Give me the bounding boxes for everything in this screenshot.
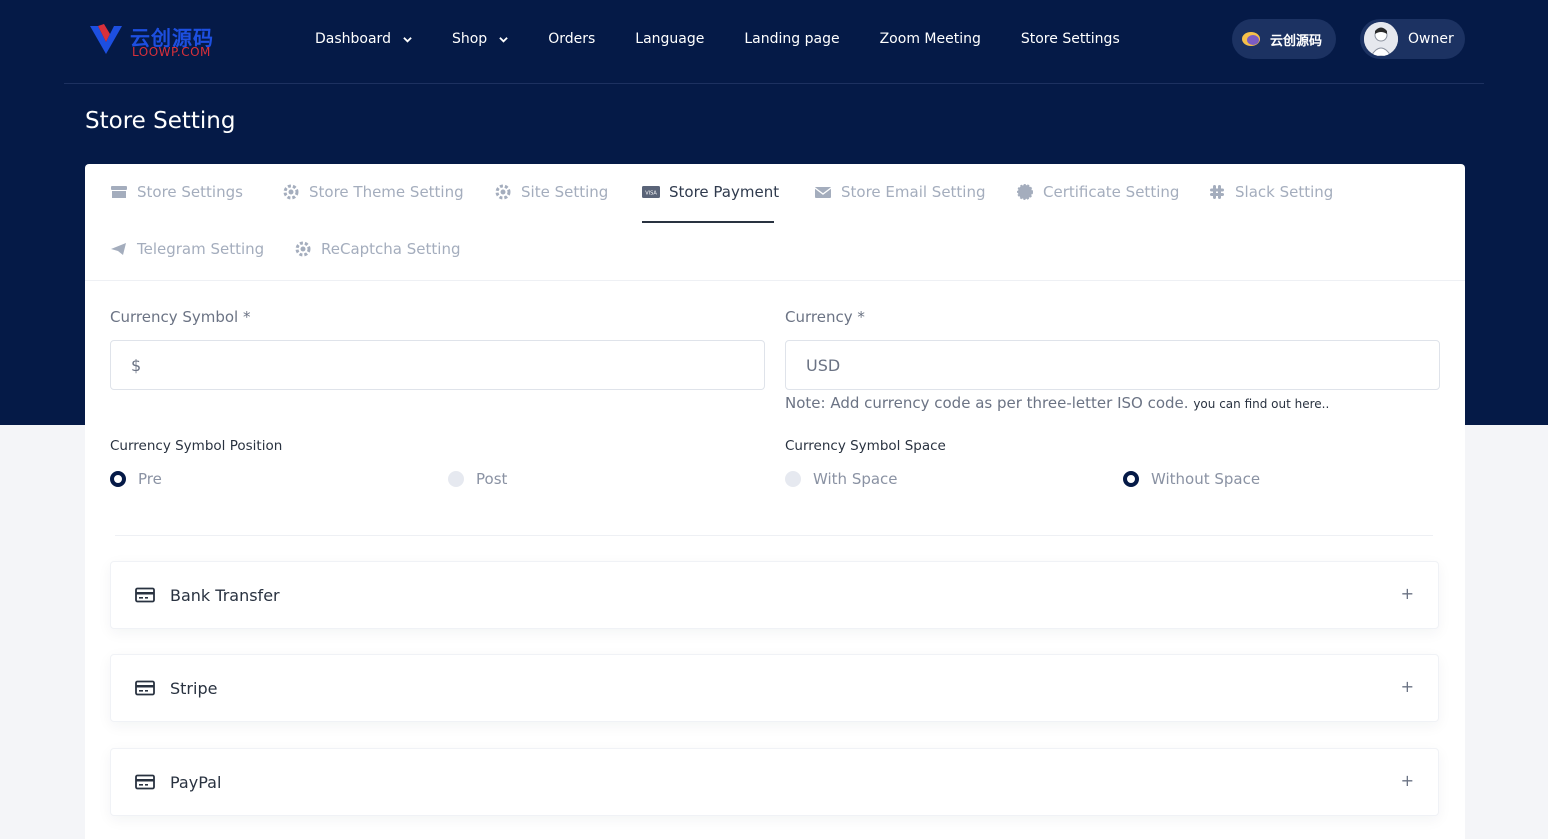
tab-slack-setting[interactable]: Slack Setting (1208, 180, 1333, 204)
chevron-down-icon (499, 36, 508, 43)
tab-telegram-setting[interactable]: Telegram Setting (110, 237, 264, 261)
language-label: 云创源码 (1270, 33, 1323, 49)
gear-icon (283, 184, 299, 200)
brand-logo[interactable]: 云创源码 LOOWP.COM (86, 20, 226, 60)
user-avatar-icon (1364, 22, 1398, 56)
nav-landing-page[interactable]: Landing page (744, 31, 839, 47)
tab-site-setting[interactable]: Site Setting (494, 180, 608, 204)
svg-text:VISA: VISA (645, 191, 657, 197)
accordion-title: Bank Transfer (170, 585, 280, 605)
tab-store-settings[interactable]: Store Settings (110, 180, 243, 204)
radio-checked-indicator (1123, 471, 1139, 487)
slack-icon (1210, 185, 1224, 199)
note-text: Note: Add currency code as per three-let… (785, 394, 1189, 412)
expand-plus-icon[interactable]: + (1401, 584, 1414, 603)
tab-label: Store Email Setting (841, 183, 986, 201)
user-name: Owner (1408, 31, 1454, 47)
store-icon (111, 186, 127, 198)
tab-label: Slack Setting (1235, 183, 1334, 201)
nav-orders[interactable]: Orders (548, 31, 595, 47)
settings-card: Store Settings Store Theme Setting Site … (85, 164, 1465, 839)
expand-plus-icon[interactable]: + (1401, 771, 1414, 790)
section-divider (115, 535, 1433, 536)
badge-icon (1017, 184, 1033, 200)
radio-checked-indicator (110, 471, 126, 487)
nav-zoom-meeting[interactable]: Zoom Meeting (880, 31, 981, 47)
tab-label: Store Payment (669, 183, 780, 201)
nav-label: Dashboard (315, 31, 391, 47)
tab-label: Store Theme Setting (309, 183, 464, 201)
radio-label: With Space (813, 470, 898, 488)
nav-dashboard[interactable]: Dashboard (315, 31, 412, 47)
envelope-icon (814, 187, 832, 198)
user-menu[interactable]: Owner (1360, 19, 1465, 59)
radio-label: Pre (138, 470, 162, 488)
telegram-icon (111, 243, 126, 255)
tab-label: Telegram Setting (137, 240, 265, 258)
symbol-space-label: Currency Symbol Space (785, 438, 946, 454)
currency-note: Note: Add currency code as per three-let… (785, 394, 1329, 412)
symbol-position-label: Currency Symbol Position (110, 438, 283, 454)
tab-label: ReCaptcha Setting (321, 240, 461, 258)
tab-certificate-setting[interactable]: Certificate Setting (1016, 180, 1179, 204)
radio-label: Post (476, 470, 508, 488)
credit-card-icon (135, 680, 155, 696)
logo-mark-icon (90, 24, 122, 54)
chevron-down-icon (403, 36, 412, 43)
iso-code-link[interactable]: you can find out here.. (1193, 397, 1329, 411)
radio-unchecked-indicator (785, 471, 801, 487)
accordion-bank-transfer[interactable]: Bank Transfer + (110, 561, 1439, 629)
currency-symbol-label: Currency Symbol * (110, 308, 251, 326)
tab-store-email-setting[interactable]: Store Email Setting (814, 180, 986, 204)
main-nav: Dashboard Shop Orders Language Landing p… (315, 28, 1160, 50)
visa-card-icon: VISA (642, 186, 660, 198)
currency-symbol-input[interactable]: $ (110, 340, 765, 390)
radio-unchecked-indicator (448, 471, 464, 487)
tab-store-theme-setting[interactable]: Store Theme Setting (282, 180, 464, 204)
currency-input[interactable]: USD (785, 340, 1440, 390)
active-tab-indicator (642, 221, 774, 223)
tab-label: Certificate Setting (1043, 183, 1180, 201)
accordion-paypal[interactable]: PayPal + (110, 748, 1439, 816)
tab-recaptcha-setting[interactable]: ReCaptcha Setting (294, 237, 460, 261)
tab-label: Store Settings (137, 183, 243, 201)
nav-shop[interactable]: Shop (452, 31, 508, 47)
accordion-title: PayPal (170, 772, 222, 792)
brand-domain: LOOWP.COM (132, 45, 211, 59)
nav-label: Shop (451, 31, 488, 47)
gear-icon (295, 241, 311, 257)
tab-store-payment[interactable]: VISA Store Payment (642, 180, 779, 204)
accordion-title: Stripe (170, 678, 218, 698)
accordion-stripe[interactable]: Stripe + (110, 654, 1439, 722)
top-navbar: 云创源码 LOOWP.COM Dashboard Shop Orders Lan… (64, 0, 1484, 84)
gear-icon (495, 184, 511, 200)
currency-label: Currency * (785, 308, 865, 326)
page-title: Store Setting (85, 108, 236, 134)
nav-store-settings[interactable]: Store Settings (1021, 31, 1120, 47)
credit-card-icon (135, 587, 155, 603)
radio-with-space[interactable]: With Space (785, 470, 898, 488)
radio-without-space[interactable]: Without Space (1123, 470, 1260, 488)
credit-card-icon (135, 774, 155, 790)
nav-language[interactable]: Language (635, 31, 704, 47)
settings-tabs: Store Settings Store Theme Setting Site … (85, 164, 1465, 281)
language-flag-icon (1242, 32, 1260, 46)
radio-label: Without Space (1151, 470, 1261, 488)
expand-plus-icon[interactable]: + (1401, 677, 1414, 696)
tab-label: Site Setting (521, 183, 609, 201)
avatar (1364, 22, 1398, 56)
language-switcher[interactable]: 云创源码 (1232, 19, 1336, 59)
radio-pre[interactable]: Pre (110, 470, 162, 488)
radio-post[interactable]: Post (448, 470, 507, 488)
